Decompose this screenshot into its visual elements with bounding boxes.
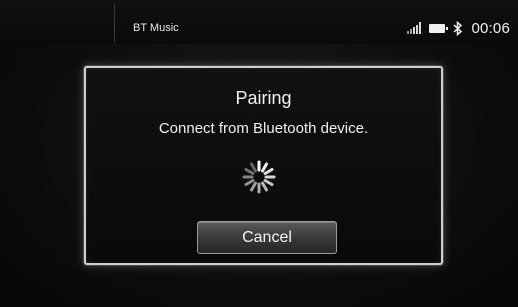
loading-spinner-icon xyxy=(242,160,276,194)
head-unit-screen: BT Music 00:06 Pairing Connect from Blue… xyxy=(0,0,518,307)
dialog-title: Pairing xyxy=(235,88,292,108)
status-icons: 00:06 xyxy=(407,19,510,37)
clock: 00:06 xyxy=(471,19,510,37)
dialog-message: Connect from Bluetooth device. xyxy=(158,120,369,137)
battery-icon xyxy=(429,23,449,33)
signal-icon xyxy=(407,22,422,34)
pairing-dialog: Pairing Connect from Bluetooth device. C… xyxy=(84,66,443,265)
app-title: BT Music xyxy=(133,22,179,34)
status-bar-divider xyxy=(114,4,115,42)
bluetooth-icon xyxy=(453,20,463,36)
cancel-button[interactable]: Cancel xyxy=(197,221,337,254)
status-bar: BT Music 00:06 xyxy=(0,0,518,44)
